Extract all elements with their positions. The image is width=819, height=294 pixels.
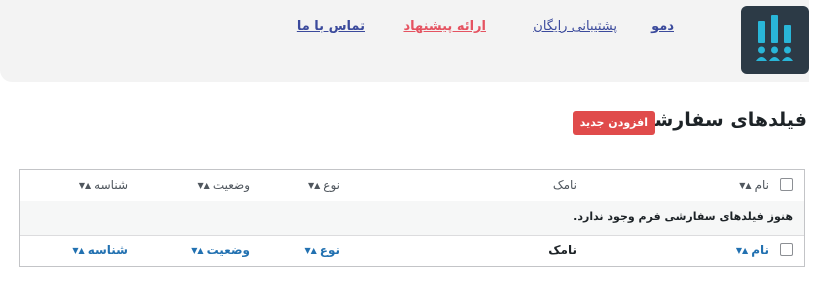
column-header-status[interactable]: وضعیت▲▼: [198, 170, 251, 201]
empty-state-row: هنوز فیلدهای سفارشی فرم وجود ندارد.: [20, 201, 804, 236]
column-status-label: وضعیت: [212, 178, 250, 192]
column-footer-name[interactable]: نام▲▼: [736, 235, 769, 266]
sort-icon: ▲▼: [735, 246, 749, 255]
column-header-id[interactable]: شناسه▲▼: [79, 170, 128, 201]
column-header-name[interactable]: نام▲▼: [739, 170, 769, 201]
select-all-checkbox[interactable]: [780, 178, 793, 191]
column-header-type[interactable]: نوع▲▼: [308, 170, 340, 201]
poll-audience-icon: [756, 15, 793, 61]
top-header: دمو پشتیبانی رایگان ارائه پیشنهاد تماس ب…: [0, 0, 809, 82]
column-name-label: نام: [751, 243, 769, 257]
add-new-button[interactable]: افزودن جدید: [572, 111, 655, 135]
empty-state-message: هنوز فیلدهای سفارشی فرم وجود ندارد.: [573, 210, 793, 223]
page-title: فیلدهای سفارشی: [635, 109, 807, 131]
sort-icon: ▲▼: [78, 181, 92, 190]
sort-icon: ▲▼: [307, 181, 321, 190]
custom-fields-table: نام▲▼ نامک نوع▲▼ وضعیت▲▼ شناسه▲▼ هنوز فی…: [19, 169, 805, 267]
column-type-label: نوع: [319, 243, 340, 257]
column-footer-type[interactable]: نوع▲▼: [304, 235, 340, 266]
column-name-label: نام: [754, 178, 769, 192]
column-header-form-name: نامک: [552, 178, 577, 192]
column-footer-status[interactable]: وضعیت▲▼: [191, 235, 250, 266]
select-all-checkbox-footer[interactable]: [780, 243, 793, 256]
column-id-label: شناسه: [87, 243, 128, 257]
sort-icon: ▲▼: [739, 181, 752, 190]
table-footer-row: نام▲▼ نامک نوع▲▼ وضعیت▲▼ شناسه▲▼: [20, 235, 804, 266]
column-status-label: وضعیت: [206, 243, 250, 257]
nav-link-offer[interactable]: ارائه پیشنهاد: [403, 19, 486, 34]
nav-link-free-support[interactable]: پشتیبانی رایگان: [533, 19, 617, 34]
nav-link-demo[interactable]: دمو: [651, 19, 674, 34]
app-logo[interactable]: [741, 6, 809, 74]
nav-link-contact[interactable]: تماس با ما: [297, 19, 365, 34]
column-id-label: شناسه: [94, 178, 128, 192]
sort-icon: ▲▼: [197, 181, 211, 190]
table-header-row: نام▲▼ نامک نوع▲▼ وضعیت▲▼ شناسه▲▼: [20, 170, 804, 202]
sort-icon: ▲▼: [191, 246, 204, 255]
column-type-label: نوع: [323, 178, 340, 192]
column-footer-id[interactable]: شناسه▲▼: [72, 235, 128, 266]
column-footer-form-name: نامک: [548, 243, 577, 257]
sort-icon: ▲▼: [304, 246, 317, 255]
sort-icon: ▲▼: [72, 246, 85, 255]
